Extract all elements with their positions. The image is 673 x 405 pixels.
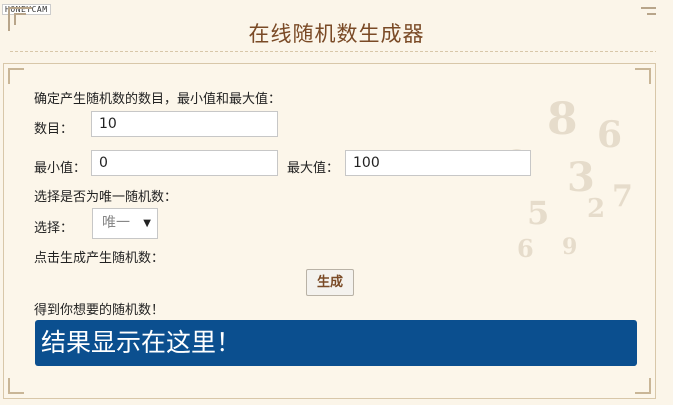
- panel-corner: [635, 68, 651, 84]
- panel-corner: [8, 68, 24, 84]
- count-label: 数目：: [34, 122, 74, 137]
- dropdown-arrow-icon: ▼: [143, 218, 151, 229]
- scrollbar[interactable]: [656, 0, 673, 405]
- intro-text: 确定产生随机数的数目，最小值和最大值：: [34, 92, 282, 107]
- max-input[interactable]: 100: [345, 150, 531, 176]
- page-title: 在线随机数生成器: [248, 22, 425, 46]
- unique-select[interactable]: 唯一 ▼: [92, 208, 158, 239]
- max-label: 最大值：: [287, 161, 340, 176]
- min-label: 最小值：: [34, 161, 87, 176]
- unique-select-value: 唯一: [102, 215, 130, 231]
- result-display: 结果显示在这里！: [35, 320, 637, 366]
- generate-prompt: 点击生成产生随机数：: [34, 251, 165, 266]
- result-label: 得到你想要的随机数！: [34, 303, 165, 318]
- unique-prompt: 选择是否为唯一随机数：: [34, 190, 178, 205]
- count-input[interactable]: 10: [91, 111, 278, 137]
- generator-panel: 8 6 8 3 5 2 7 6 9 确定产生随机数的数目，最小值和最大值： 数目…: [3, 63, 656, 399]
- panel-corner: [635, 378, 651, 394]
- min-input[interactable]: 0: [91, 150, 278, 176]
- title-divider: [10, 51, 663, 52]
- select-label: 选择：: [34, 221, 74, 236]
- panel-corner: [8, 378, 24, 394]
- generate-button[interactable]: 生成: [306, 269, 354, 296]
- numbers-decoration: 8 6 8 3 5 2 7 6 9: [507, 94, 633, 263]
